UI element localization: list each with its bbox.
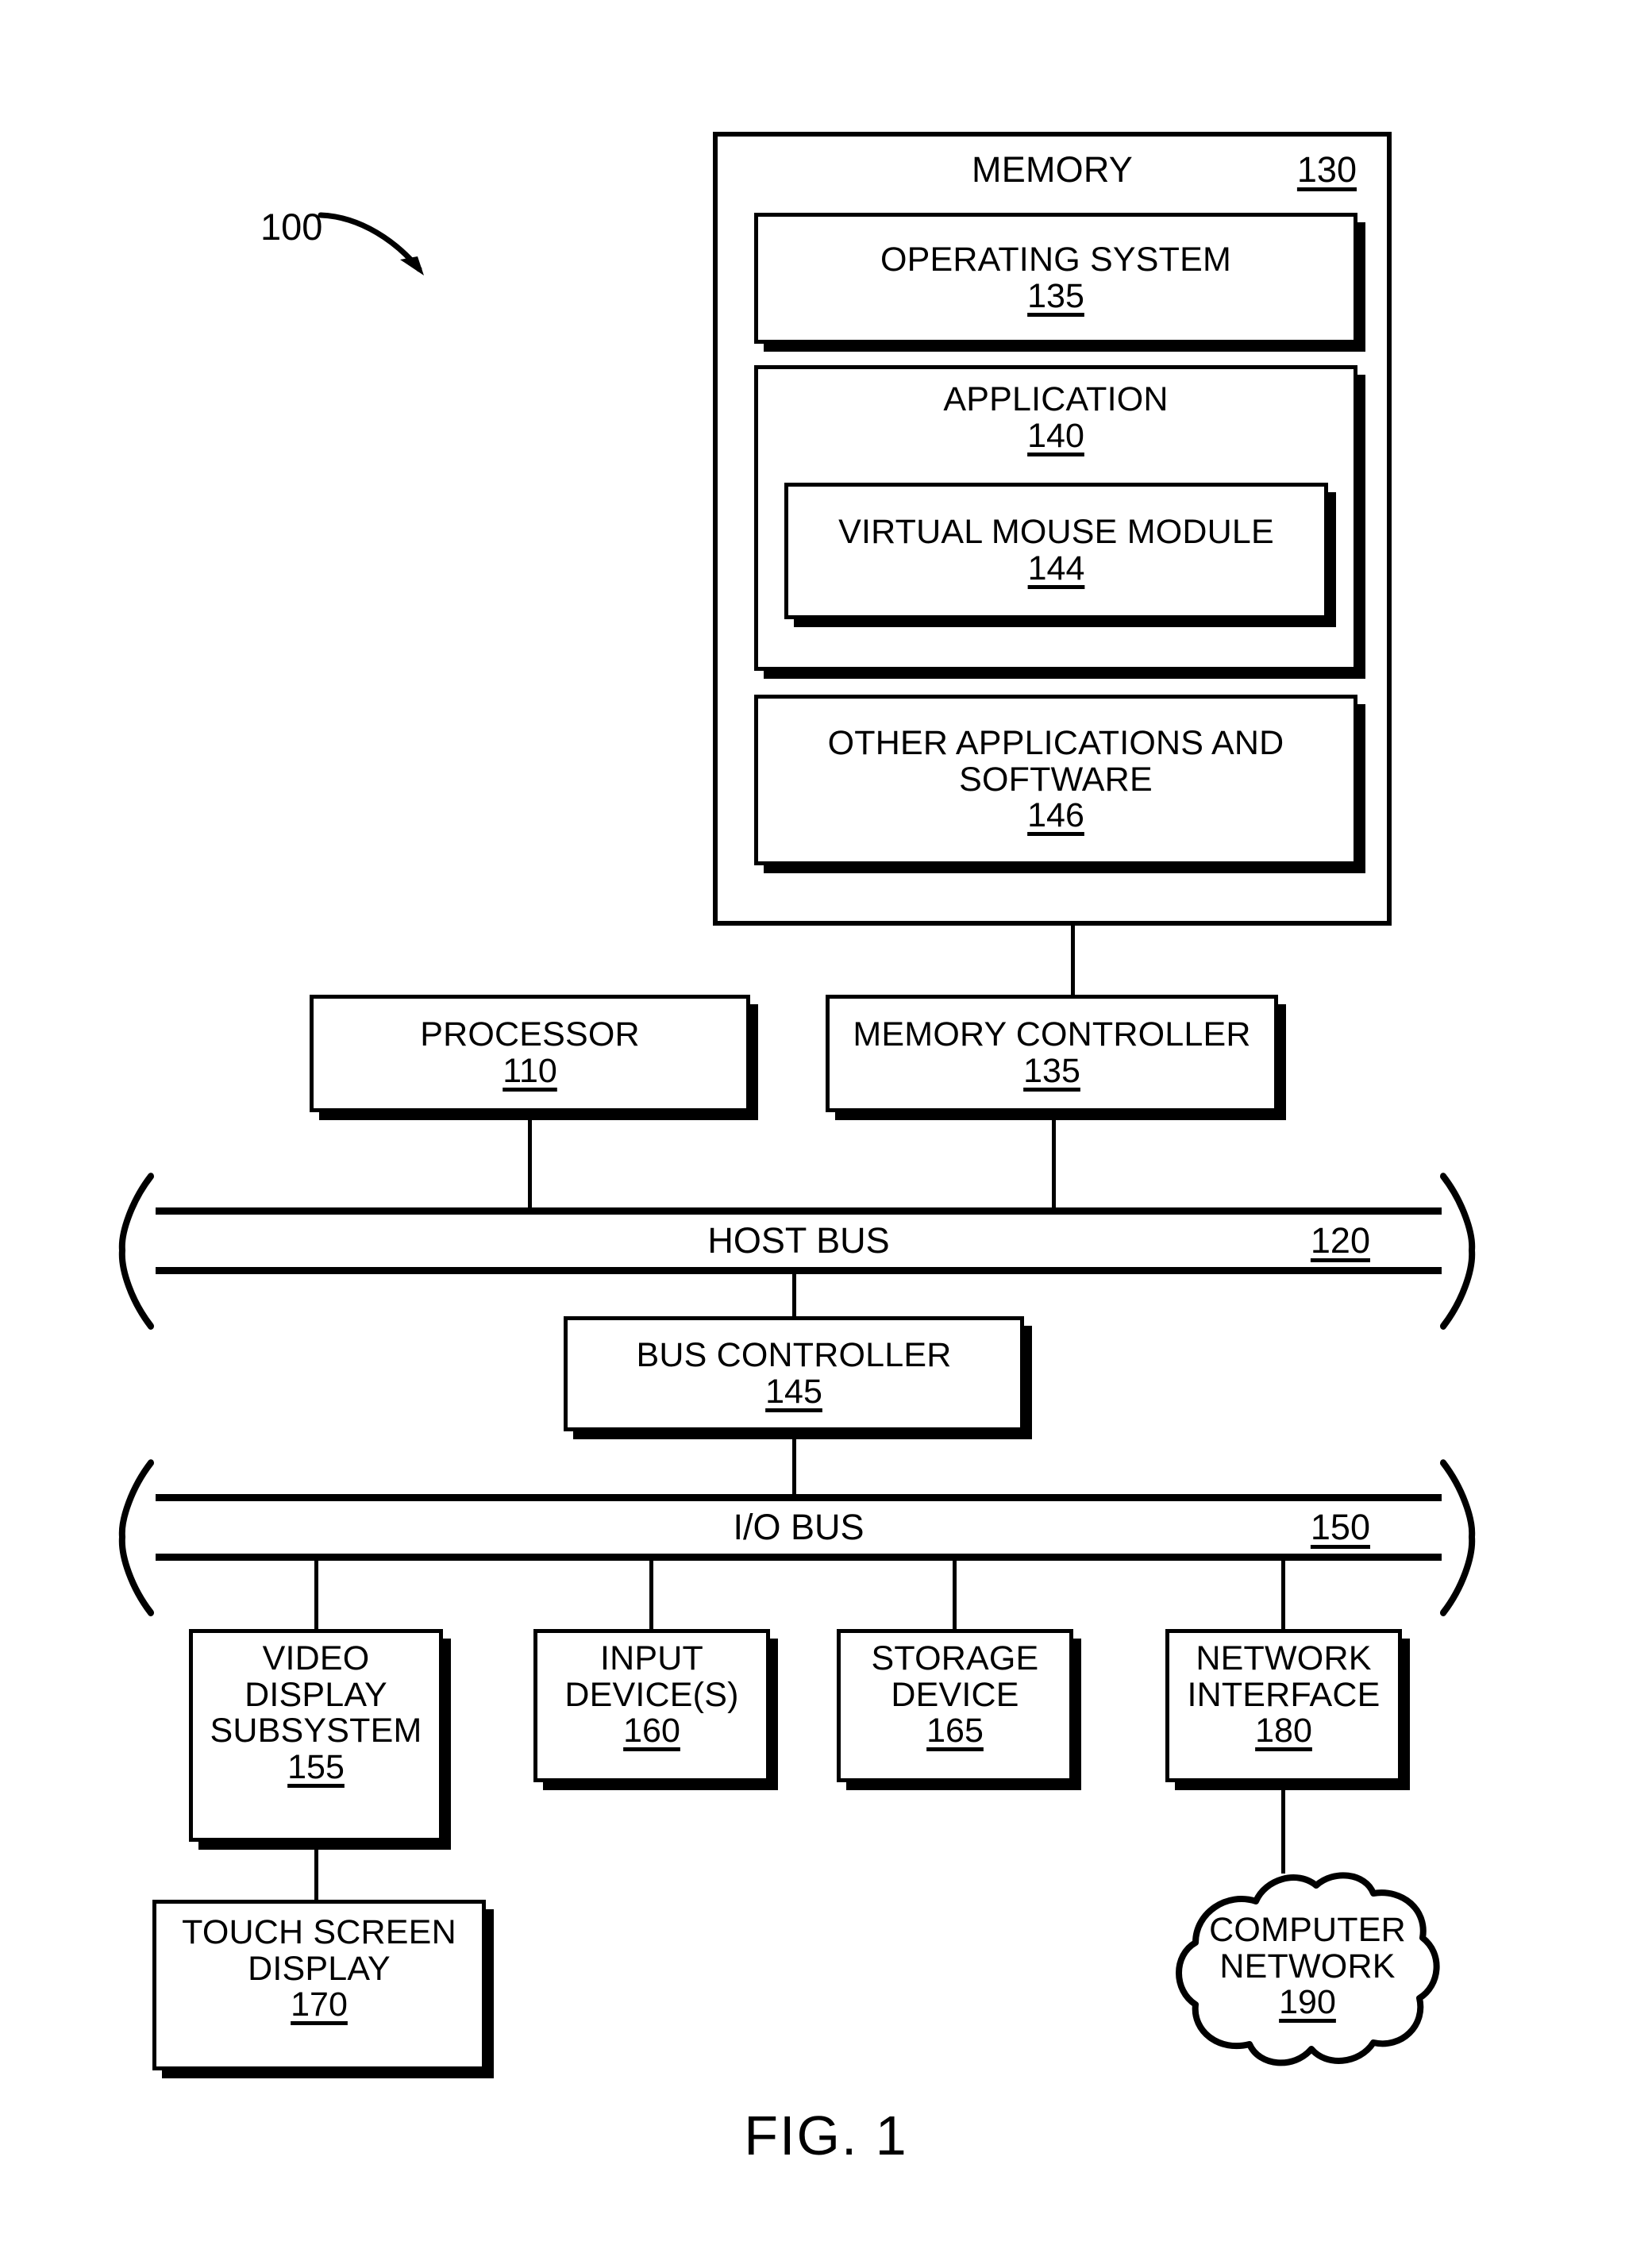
- processor-ref: 110: [503, 1052, 557, 1090]
- bus-controller-ref: 145: [765, 1372, 822, 1411]
- processor-label: PROCESSOR: [420, 1015, 640, 1054]
- memory-controller-ref: 135: [1023, 1052, 1080, 1090]
- other-applications-ref: 146: [1027, 796, 1084, 835]
- other-applications-label-line2: SOFTWARE: [959, 760, 1153, 799]
- host-bus-left-cap-icon: [118, 1173, 154, 1330]
- touch-screen-display-block: TOUCH SCREEN DISPLAY 170: [152, 1900, 486, 2070]
- processor-block: PROCESSOR 110: [310, 995, 750, 1112]
- network-interface-ref: 180: [1255, 1712, 1312, 1750]
- host-bus-right-cap-icon: [1440, 1173, 1476, 1330]
- connector-bus-controller-to-io-bus: [792, 1431, 796, 1498]
- bus-controller-block: BUS CONTROLLER 145: [564, 1316, 1024, 1431]
- input-devices-ref: 160: [623, 1712, 680, 1750]
- video-display-subsystem-block: VIDEO DISPLAY SUBSYSTEM 155: [189, 1629, 443, 1842]
- memory-controller-label: MEMORY CONTROLLER: [853, 1015, 1251, 1054]
- memory-ref: 130: [1296, 149, 1357, 190]
- host-bus-ref: 120: [1310, 1220, 1370, 1261]
- figure-caption: FIG. 1: [744, 2105, 908, 2166]
- other-applications-block: OTHER APPLICATIONS AND SOFTWARE 146: [754, 695, 1357, 865]
- operating-system-block: OPERATING SYSTEM 135: [754, 213, 1357, 344]
- computer-network-label-line2: NETWORK: [1219, 1947, 1396, 1985]
- connector-memory-to-memory-controller: [1071, 926, 1075, 999]
- connector-memory-controller-to-host-bus: [1052, 1112, 1056, 1211]
- storage-device-ref: 165: [926, 1712, 984, 1750]
- video-display-subsystem-label-line3: SUBSYSTEM: [210, 1712, 422, 1750]
- network-interface-block: NETWORK INTERFACE 180: [1165, 1629, 1402, 1782]
- touch-screen-display-label-line1: TOUCH SCREEN: [182, 1913, 456, 1951]
- computer-network-ref: 190: [1279, 1983, 1336, 2022]
- video-display-subsystem-ref: 155: [287, 1747, 345, 1786]
- connector-host-bus-to-bus-controller: [792, 1270, 796, 1319]
- host-bus-label: HOST BUS: [707, 1220, 890, 1261]
- reference-arrow-icon: [318, 212, 424, 275]
- memory-label: MEMORY: [972, 149, 1133, 190]
- io-bus-left-cap-icon: [118, 1459, 154, 1616]
- connector-io-bus-to-network-interface: [1281, 1558, 1285, 1632]
- virtual-mouse-module-block: VIRTUAL MOUSE MODULE 144: [784, 483, 1328, 619]
- io-bus-ref: 150: [1310, 1507, 1370, 1547]
- io-bus: I/O BUS 150: [156, 1494, 1442, 1561]
- connector-processor-to-host-bus: [528, 1112, 532, 1211]
- connector-video-display-to-touch-screen: [314, 1842, 318, 1904]
- storage-device-label-line1: STORAGE: [871, 1639, 1039, 1677]
- touch-screen-display-label-line2: DISPLAY: [248, 1949, 391, 1988]
- io-bus-label: I/O BUS: [733, 1507, 865, 1547]
- video-display-subsystem-label-line2: DISPLAY: [245, 1675, 387, 1714]
- host-bus: HOST BUS 120: [156, 1207, 1442, 1274]
- system-reference-numeral: 100: [260, 206, 323, 248]
- storage-device-block: STORAGE DEVICE 165: [837, 1629, 1073, 1782]
- network-interface-label-line2: INTERFACE: [1187, 1675, 1381, 1714]
- storage-device-label-line2: DEVICE: [891, 1675, 1019, 1714]
- operating-system-label: OPERATING SYSTEM: [880, 240, 1232, 279]
- patent-figure-canvas: 100 MEMORY 130 OPERATING SYSTEM 135 APPL…: [0, 0, 1652, 2253]
- video-display-subsystem-label-line1: VIDEO: [262, 1639, 370, 1677]
- touch-screen-display-ref: 170: [291, 1985, 348, 2024]
- operating-system-ref: 135: [1027, 276, 1084, 315]
- connector-io-bus-to-video-display-subsystem: [314, 1558, 318, 1632]
- bus-controller-label: BUS CONTROLLER: [636, 1335, 952, 1374]
- memory-header: MEMORY 130: [718, 137, 1387, 198]
- computer-network-cloud: COMPUTER NETWORK 190: [1161, 1855, 1454, 2082]
- input-devices-label-line2: DEVICE(S): [564, 1675, 739, 1714]
- memory-controller-block: MEMORY CONTROLLER 135: [826, 995, 1278, 1112]
- application-label: APPLICATION: [943, 380, 1169, 418]
- virtual-mouse-module-ref: 144: [1027, 549, 1085, 587]
- virtual-mouse-module-label: VIRTUAL MOUSE MODULE: [838, 513, 1274, 552]
- other-applications-label-line1: OTHER APPLICATIONS AND: [827, 724, 1284, 763]
- computer-network-label-line1: COMPUTER: [1209, 1911, 1406, 1949]
- connector-io-bus-to-input-devices: [649, 1558, 653, 1632]
- input-devices-block: INPUT DEVICE(S) 160: [533, 1629, 770, 1782]
- connector-io-bus-to-storage-device: [953, 1558, 957, 1632]
- input-devices-label-line1: INPUT: [600, 1639, 703, 1677]
- network-interface-label-line1: NETWORK: [1196, 1639, 1372, 1677]
- application-ref: 140: [1027, 416, 1084, 455]
- io-bus-right-cap-icon: [1440, 1459, 1476, 1616]
